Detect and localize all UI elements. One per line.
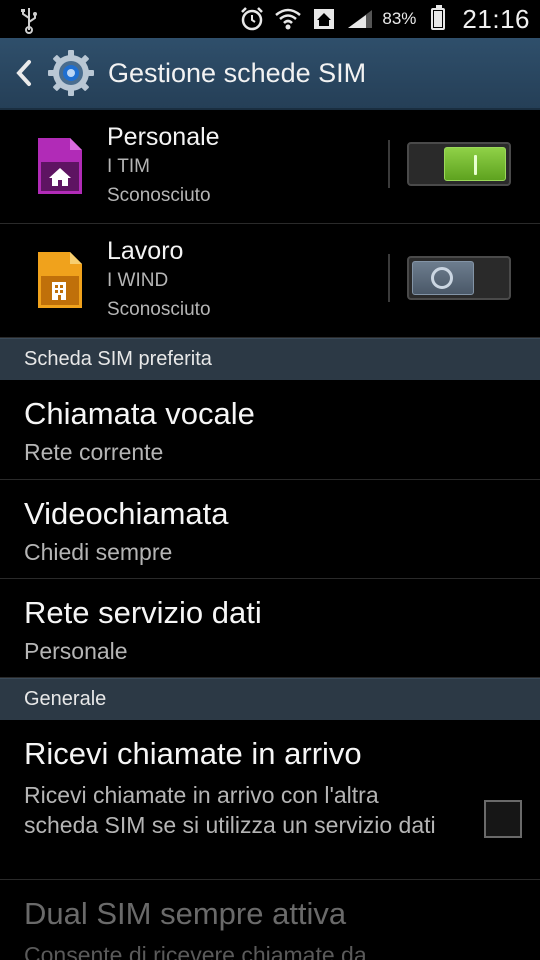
usb-icon <box>18 6 40 40</box>
divider <box>388 254 390 302</box>
sim-row-lavoro[interactable]: Lavoro I WIND Sconosciuto <box>0 224 540 338</box>
pref-description: Ricevi chiamate in arrivo con l'altra sc… <box>24 782 436 838</box>
home-icon <box>310 5 338 33</box>
pref-title: Chiamata vocale <box>24 396 255 431</box>
pref-title: Ricevi chiamate in arrivo <box>24 736 362 771</box>
divider <box>388 140 390 188</box>
chevron-left-icon[interactable] <box>4 37 44 109</box>
sim-name: Personale <box>107 123 220 151</box>
pref-description: Consente di ricevere chiamate da <box>24 942 367 960</box>
pref-data-network[interactable]: Rete servizio dati Personale <box>0 579 540 678</box>
signal-icon <box>346 8 374 30</box>
pref-title: Rete servizio dati <box>24 595 262 630</box>
sim-name: Lavoro <box>107 237 184 265</box>
pref-value: Rete corrente <box>24 439 164 465</box>
sim-carrier: I WIND <box>107 270 169 291</box>
pref-title: Dual SIM sempre attiva <box>24 896 347 931</box>
section-title: Scheda SIM preferita <box>24 348 212 370</box>
alarm-icon <box>238 5 266 33</box>
sim-status: Sconosciuto <box>107 299 211 320</box>
page-title: Gestione schede SIM <box>108 57 367 88</box>
gear-icon[interactable] <box>46 48 96 98</box>
sim-status: Sconosciuto <box>107 185 211 206</box>
section-header-general: Generale <box>0 678 540 720</box>
section-header-preferred: Scheda SIM preferita <box>0 338 540 380</box>
wifi-icon <box>274 5 302 33</box>
action-bar: Gestione schede SIM <box>0 38 540 110</box>
pref-dual-sim-always-on: Dual SIM sempre attiva Consente di ricev… <box>0 880 540 960</box>
sim-row-personale[interactable]: Personale I TIM Sconosciuto <box>0 110 540 224</box>
sim-toggle-personale[interactable] <box>407 142 511 186</box>
pref-value: Chiedi sempre <box>24 539 173 565</box>
section-title: Generale <box>24 688 107 710</box>
home-icon <box>49 168 71 186</box>
sim-card-icon <box>38 138 82 194</box>
toggle-knob <box>444 147 506 181</box>
pref-voice-call[interactable]: Chiamata vocale Rete corrente <box>0 380 540 480</box>
pref-video-call[interactable]: Videochiamata Chiedi sempre <box>0 480 540 579</box>
sim-card-icon <box>38 252 82 308</box>
pref-value: Personale <box>24 638 128 664</box>
sim-carrier: I TIM <box>107 156 150 177</box>
clock: 21:16 <box>462 3 530 34</box>
toggle-knob <box>412 261 474 295</box>
battery-percent: 83% <box>382 9 417 28</box>
battery-charging-icon <box>424 5 452 33</box>
incoming-calls-checkbox[interactable] <box>484 800 522 838</box>
status-bar: 83% 21:16 <box>0 0 540 38</box>
pref-title: Videochiamata <box>24 496 229 531</box>
building-icon <box>52 282 66 300</box>
sim-toggle-lavoro[interactable] <box>407 256 511 300</box>
pref-incoming-calls[interactable]: Ricevi chiamate in arrivo Ricevi chiamat… <box>0 720 540 880</box>
